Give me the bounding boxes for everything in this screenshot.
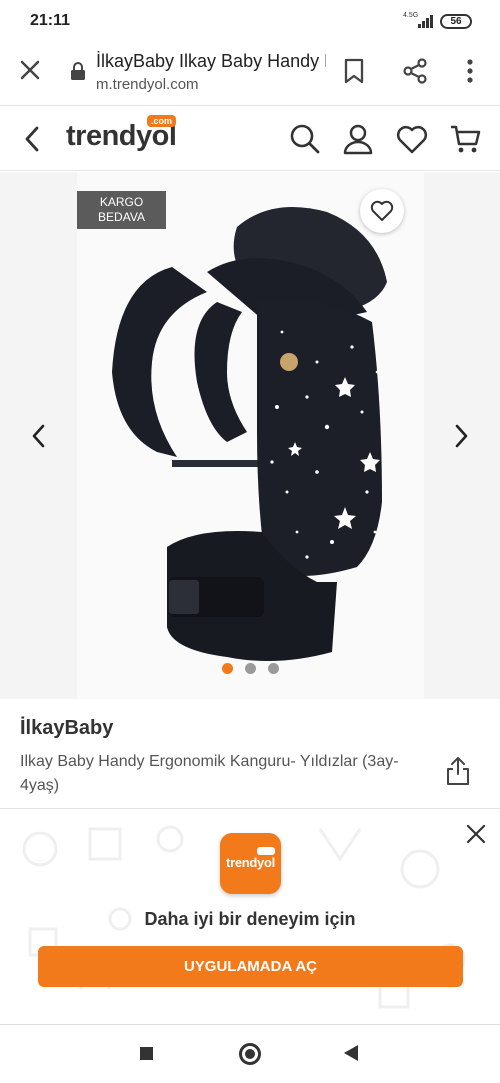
signal-icon: [418, 15, 433, 28]
next-image-icon[interactable]: [452, 422, 472, 450]
page-title: İlkayBaby Ilkay Baby Handy Ergonomik Kan…: [96, 51, 326, 71]
banner-message: Daha iyi bir deneyim için: [144, 909, 356, 929]
badge-line-1: KARGO: [99, 195, 144, 209]
browser-toolbar: İlkayBaby Ilkay Baby Handy Ergonomik Kan…: [0, 42, 500, 106]
pagination-dot-2[interactable]: [245, 663, 256, 674]
network-type: 4.5G: [403, 12, 419, 19]
open-in-app-banner: trendyol Daha iyi bir deneyim için UYGUL…: [0, 808, 500, 1024]
close-banner-icon[interactable]: [465, 823, 487, 845]
site-header: trendyol .com: [0, 107, 500, 171]
favorites-heart-icon[interactable]: [396, 123, 428, 155]
recent-apps-icon[interactable]: [140, 1047, 153, 1060]
pagination-dot-1[interactable]: [222, 663, 233, 674]
cart-icon[interactable]: [449, 123, 481, 155]
more-options-icon[interactable]: [460, 58, 480, 84]
heart-icon: [370, 200, 394, 221]
add-to-favorites-button[interactable]: [360, 189, 404, 233]
share-product-icon[interactable]: [446, 756, 470, 786]
back-arrow-icon[interactable]: [20, 125, 44, 153]
trendyol-app-logo: trendyol: [220, 833, 281, 894]
image-pagination: [220, 663, 284, 675]
status-time: 21:11: [30, 12, 71, 29]
system-navigation-bar: [0, 1024, 500, 1083]
bookmark-icon[interactable]: [343, 58, 365, 84]
status-bar: 21:11 4.5G 56: [0, 0, 500, 42]
logo-com-badge: .com: [147, 115, 177, 127]
product-name: Ilkay Baby Handy Ergonomik Kanguru- Yıld…: [20, 753, 399, 794]
free-shipping-badge: KARGO BEDAVA: [77, 191, 166, 229]
close-icon[interactable]: [18, 58, 42, 82]
app-logo-com-mark: [257, 847, 275, 855]
back-icon[interactable]: [344, 1045, 358, 1061]
product-image[interactable]: [77, 172, 424, 699]
previous-image-icon[interactable]: [28, 422, 48, 450]
battery-level: 56: [450, 16, 462, 27]
product-brand[interactable]: İlkayBaby: [20, 717, 113, 740]
badge-line-2: BEDAVA: [98, 210, 145, 224]
user-icon[interactable]: [342, 123, 374, 155]
search-icon[interactable]: [289, 123, 321, 155]
product-gallery[interactable]: KARGO BEDAVA: [0, 172, 500, 699]
share-icon[interactable]: [402, 58, 428, 84]
baby-carrier-illustration: [112, 207, 387, 661]
home-icon[interactable]: [239, 1043, 261, 1065]
pagination-dot-3[interactable]: [268, 663, 279, 674]
open-in-app-button[interactable]: UYGULAMADA AÇ: [38, 946, 463, 987]
page-url[interactable]: m.trendyol.com: [96, 76, 199, 93]
app-logo-text: trendyol: [226, 855, 275, 870]
lock-icon: [71, 62, 85, 80]
battery-icon: 56: [440, 14, 472, 29]
